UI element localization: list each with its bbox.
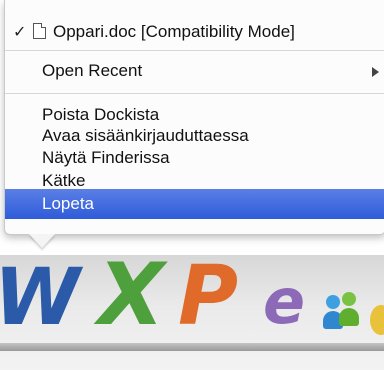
menu-separator [5, 50, 384, 51]
dock-context-menu: ✓ Oppari.doc [Compatibility Mode] Open R… [4, 0, 384, 235]
messenger-icon[interactable] [322, 289, 362, 331]
open-recent-label: Open Recent [42, 61, 143, 80]
app-icon[interactable] [370, 305, 384, 335]
document-icon [33, 23, 46, 39]
menu-pointer [29, 234, 55, 248]
dock: W X P e [0, 245, 384, 370]
dock-shelf [0, 343, 384, 351]
menu-item-quit[interactable]: Lopeta [5, 189, 384, 219]
document-label: Oppari.doc [Compatibility Mode] [53, 22, 295, 41]
checkmark-icon: ✓ [13, 24, 27, 41]
person-head-icon [342, 292, 356, 306]
entourage-icon[interactable]: e [263, 265, 305, 338]
menu-item-document[interactable]: ✓ Oppari.doc [Compatibility Mode] [5, 19, 384, 45]
menu-separator [5, 93, 384, 94]
menu-item-label: Lopeta [42, 194, 94, 213]
word-icon[interactable]: W [0, 253, 80, 343]
menu-item-open-recent[interactable]: Open Recent [5, 58, 384, 84]
person-body-icon [339, 308, 359, 326]
menu-item-label: Näytä Finderissa [42, 148, 170, 167]
menu-item-label: Kätke [42, 171, 86, 190]
excel-icon[interactable]: X [98, 245, 164, 345]
menu-item-label: Poista Dockista [42, 105, 160, 124]
submenu-arrow-icon [372, 67, 379, 77]
person-head-icon [326, 295, 340, 309]
powerpoint-icon[interactable]: P [178, 249, 238, 344]
menu-item-label: Avaa sisäänkirjauduttaessa [42, 126, 249, 145]
